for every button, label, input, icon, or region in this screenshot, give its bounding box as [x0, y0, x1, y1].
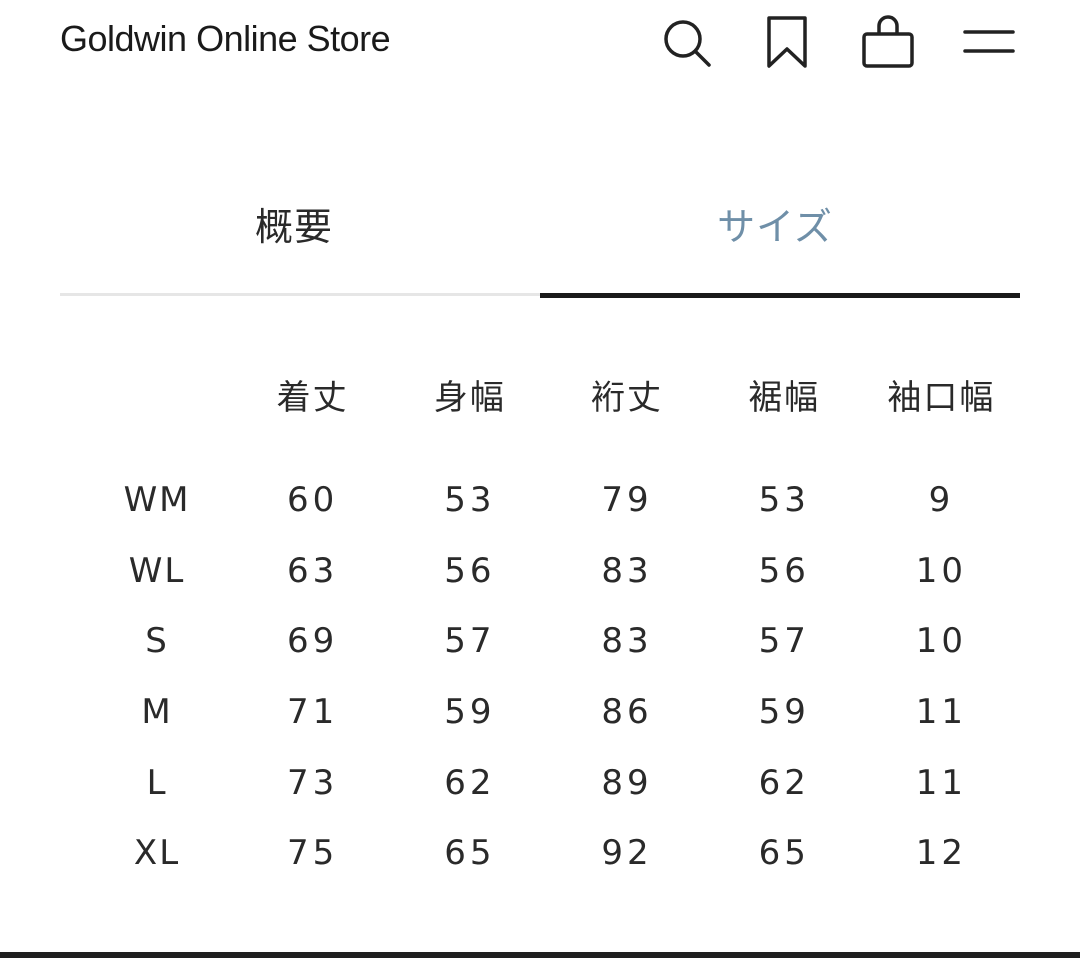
tab-size-underline-active: [540, 293, 1020, 298]
tab-overview-underline: [60, 293, 540, 296]
bookmark-button[interactable]: [759, 14, 815, 70]
table-cell: 86: [601, 692, 653, 733]
table-cell: 75: [287, 833, 339, 874]
table-cell: 92: [601, 833, 653, 874]
table-row: S 69 57 83 57 10: [80, 606, 1020, 677]
size-label: WL: [128, 550, 186, 591]
table-cell: 83: [601, 550, 653, 591]
size-chart-table: 着丈 身幅 裄丈 裾幅 袖口幅 WM 60 53 79 53 9 WL 63 5…: [80, 355, 1020, 889]
search-icon: [664, 20, 711, 67]
size-label: L: [146, 762, 168, 803]
table-cell: 56: [758, 550, 810, 591]
table-row: WL 63 56 83 56 10: [80, 536, 1020, 607]
table-cell: 11: [915, 762, 968, 803]
table-row: L 73 62 89 62 11: [80, 747, 1020, 818]
table-cell: 60: [287, 480, 339, 521]
shopping-bag-icon: [862, 15, 914, 68]
tab-overview-label: 概要: [254, 205, 333, 249]
menu-icon: [963, 30, 1015, 53]
table-cell: 65: [444, 833, 496, 874]
table-cell: 53: [758, 480, 810, 521]
table-cell: 71: [287, 692, 339, 733]
table-cell: 62: [444, 762, 496, 803]
table-cell: 57: [758, 621, 810, 662]
table-cell: 79: [601, 480, 653, 521]
store-title[interactable]: Goldwin Online Store: [60, 18, 391, 60]
table-cell: 89: [601, 762, 653, 803]
table-row: WM 60 53 79 53 9: [80, 465, 1020, 536]
table-cell: 83: [601, 621, 653, 662]
table-cell: 53: [444, 480, 496, 521]
cart-button[interactable]: [860, 14, 916, 70]
size-label: S: [145, 621, 169, 662]
table-cell: 57: [444, 621, 496, 662]
column-header-length: 着丈: [276, 377, 349, 418]
table-cell: 59: [444, 692, 496, 733]
table-row: M 71 59 86 59 11: [80, 677, 1020, 748]
menu-button[interactable]: [961, 14, 1017, 70]
table-cell: 12: [915, 833, 968, 874]
product-tabs: 概要 サイズ: [60, 170, 1020, 298]
table-cell: 9: [928, 480, 955, 521]
tab-overview[interactable]: 概要: [60, 170, 540, 298]
column-header-sleeve-length: 裄丈: [591, 377, 664, 418]
column-header-cuff-width: 袖口幅: [887, 377, 996, 418]
site-header: Goldwin Online Store: [0, 0, 1080, 84]
size-table-header-row: 着丈 身幅 裄丈 裾幅 袖口幅: [80, 355, 1020, 433]
table-cell: 73: [287, 762, 339, 803]
bookmark-icon: [767, 16, 807, 68]
table-cell: 10: [915, 550, 968, 591]
size-label: WM: [123, 480, 191, 521]
table-cell: 63: [287, 550, 339, 591]
size-label: M: [141, 692, 173, 733]
table-cell: 62: [758, 762, 810, 803]
size-column-header: [80, 355, 234, 433]
table-spacer: [80, 433, 1020, 465]
table-cell: 69: [287, 621, 339, 662]
table-cell: 59: [758, 692, 810, 733]
size-label: XL: [133, 833, 181, 874]
table-cell: 56: [444, 550, 496, 591]
tab-size[interactable]: サイズ: [540, 170, 1020, 298]
column-header-hem-width: 裾幅: [748, 377, 821, 418]
bottom-divider: [0, 952, 1080, 958]
tab-size-label: サイズ: [717, 205, 833, 249]
column-header-body-width: 身幅: [433, 377, 506, 418]
table-row: XL 75 65 92 65 12: [80, 818, 1020, 889]
table-cell: 11: [915, 692, 968, 733]
table-cell: 65: [758, 833, 810, 874]
search-button[interactable]: [658, 14, 714, 70]
table-cell: 10: [915, 621, 968, 662]
